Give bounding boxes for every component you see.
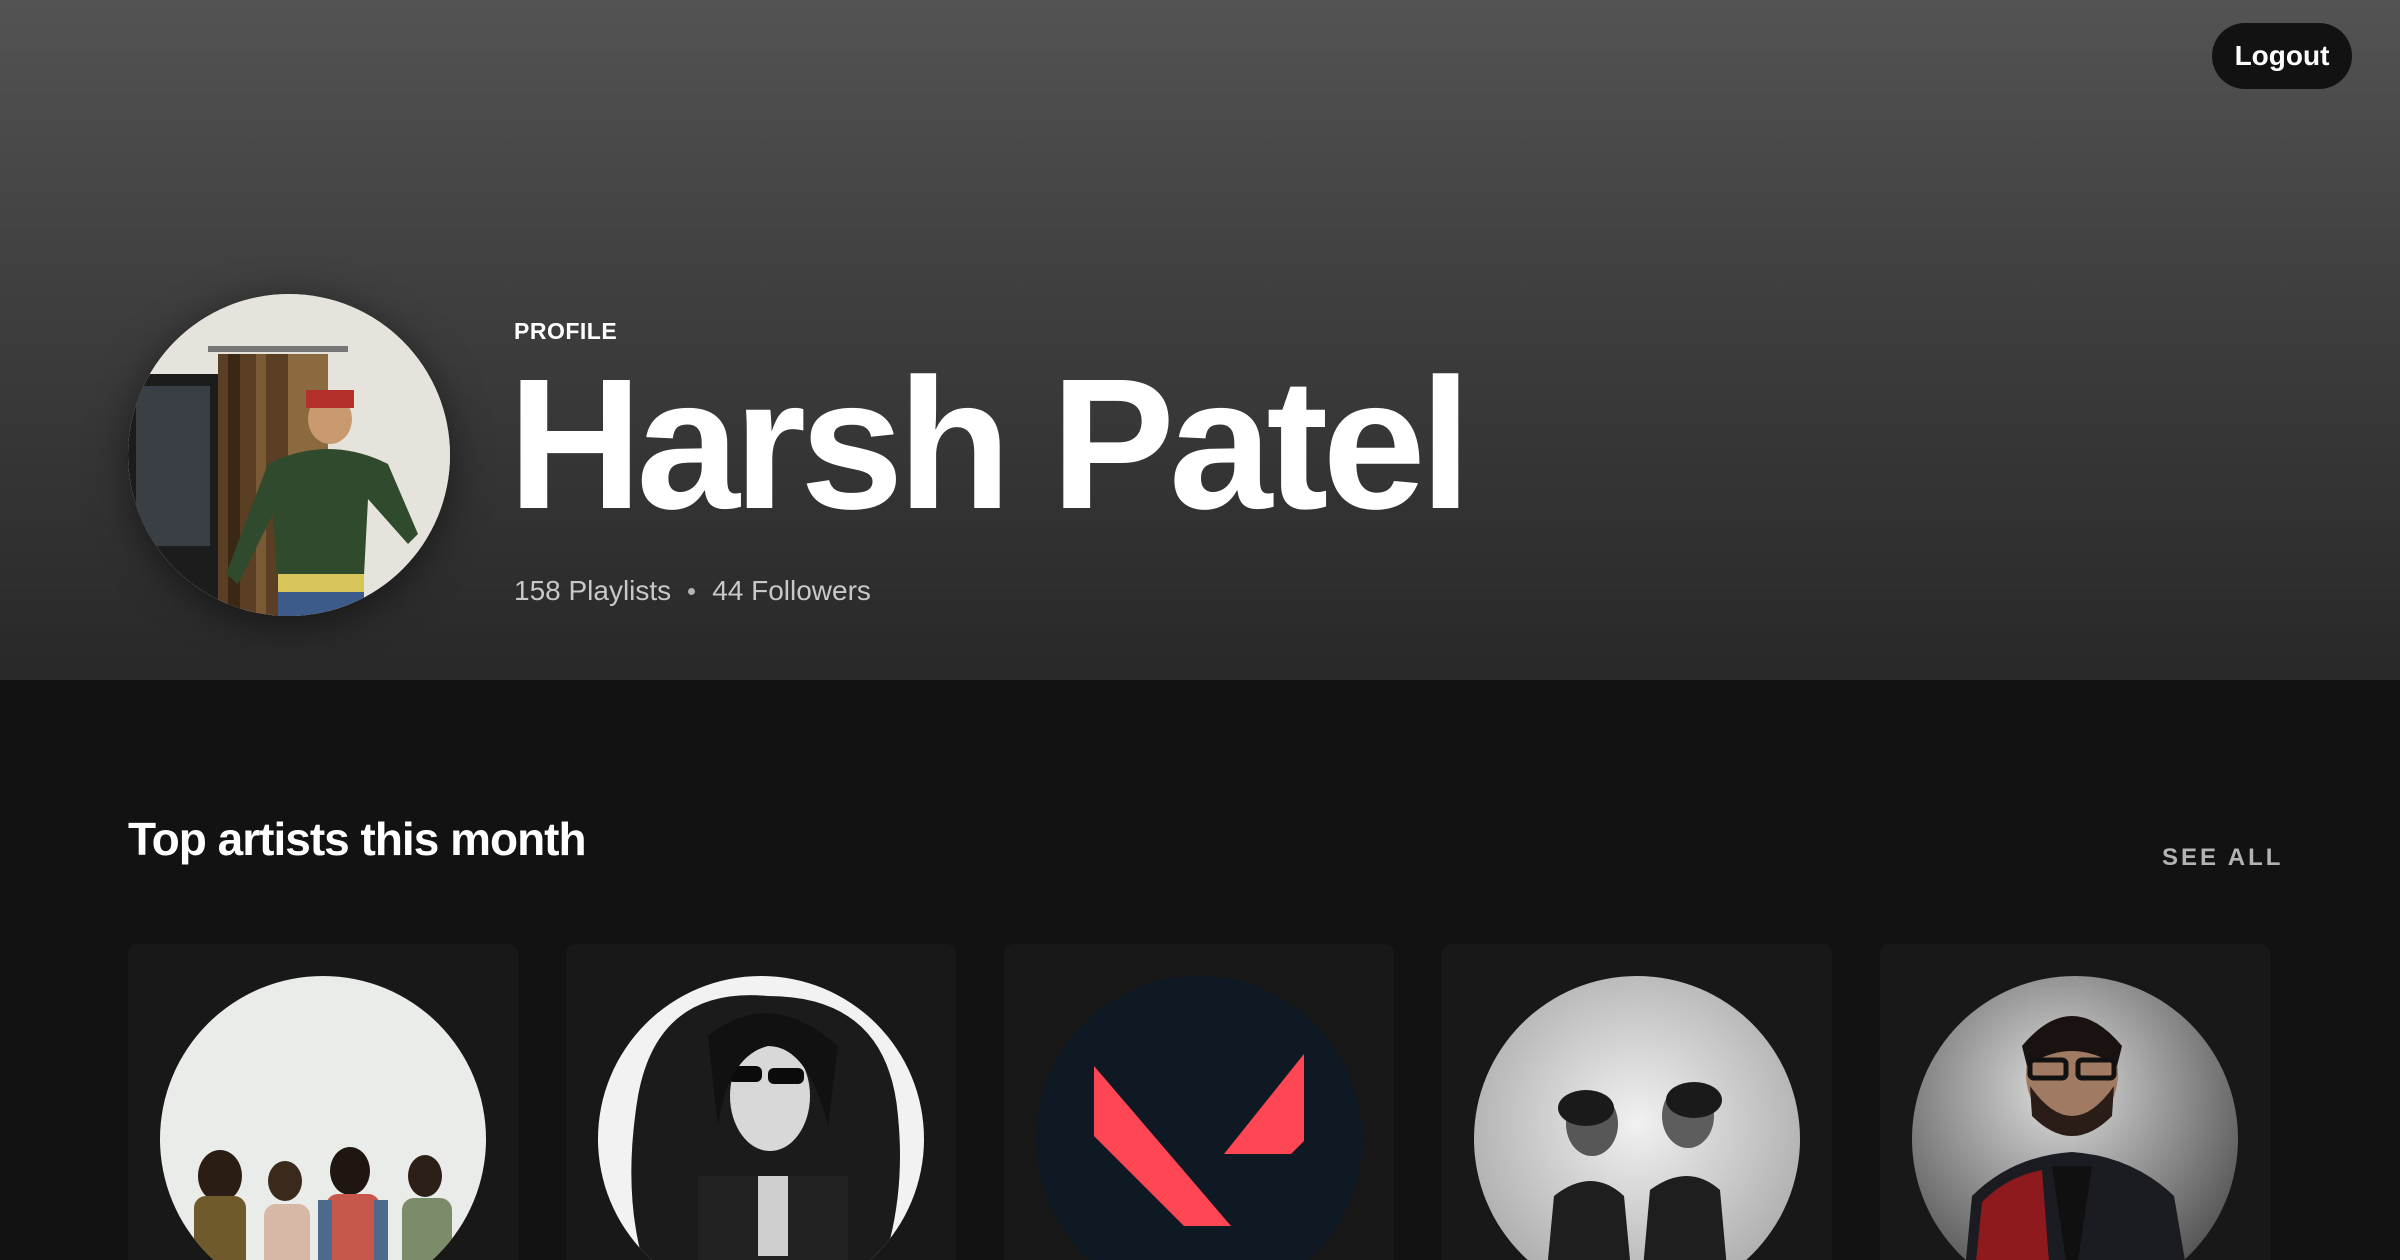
profile-name: Harsh Patel (508, 341, 1471, 548)
see-all-link[interactable]: SEE ALL (2162, 844, 2283, 872)
artist-image (598, 976, 924, 1260)
profile-page: Logout PROFILE Harsh Patel 158 Playlists… (0, 0, 2400, 1260)
profile-stats: 158 Playlists 44 Followers (514, 575, 871, 607)
artist-image (160, 976, 486, 1260)
artist-card[interactable] (128, 944, 518, 1260)
artist-card[interactable] (1880, 944, 2270, 1260)
artist-card[interactable] (1442, 944, 1832, 1260)
logout-button[interactable]: Logout (2212, 23, 2352, 89)
separator-dot (688, 587, 696, 595)
artist-image (1036, 976, 1362, 1260)
artist-card[interactable] (566, 944, 956, 1260)
profile-avatar[interactable] (128, 294, 450, 616)
profile-photo (128, 294, 450, 616)
playlists-count[interactable]: 158 Playlists (514, 575, 671, 607)
followers-count[interactable]: 44 Followers (712, 575, 871, 607)
artist-image (1912, 976, 2238, 1260)
artist-image (1474, 976, 1800, 1260)
artist-card[interactable] (1004, 944, 1394, 1260)
section-title[interactable]: Top artists this month (128, 812, 587, 866)
valorant-logo-icon (1036, 976, 1362, 1260)
